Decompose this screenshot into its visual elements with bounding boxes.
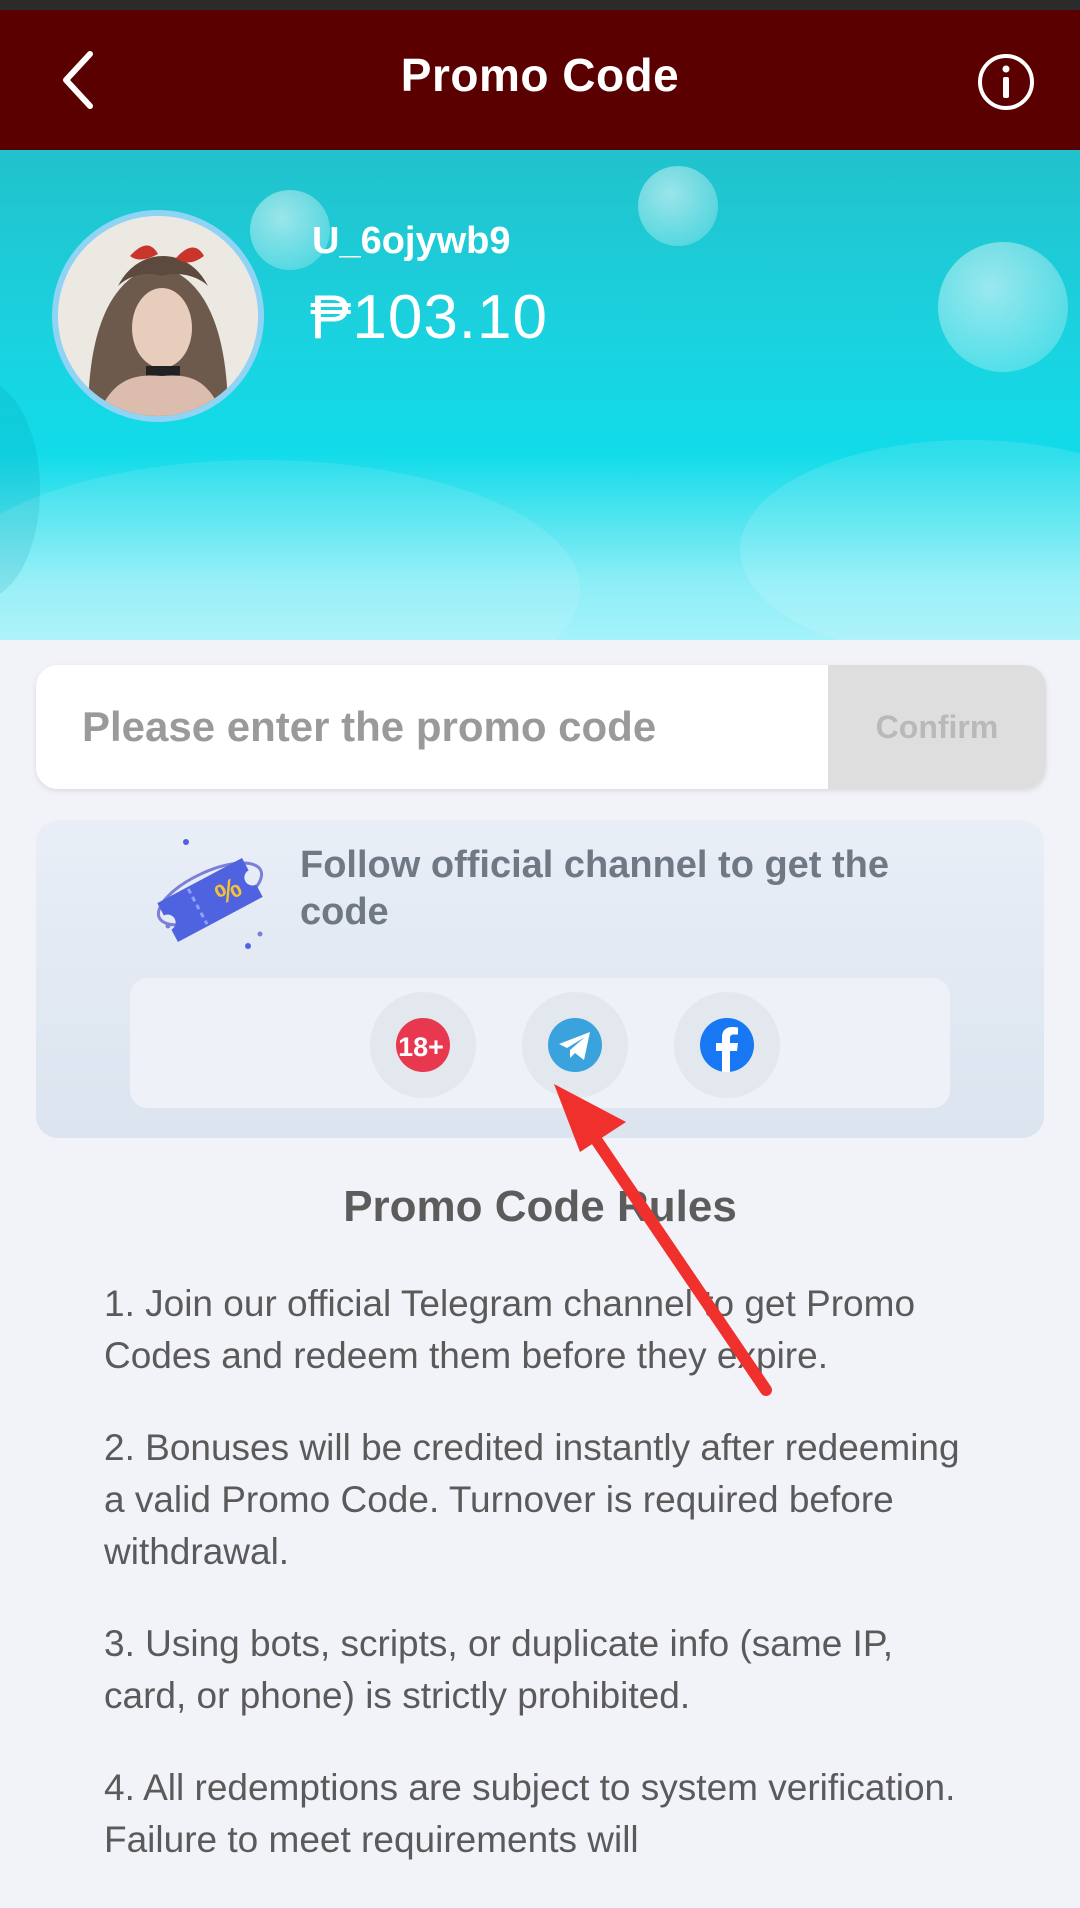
decor-bubble [638,166,718,246]
official-channel-card: % Follow official channel to get the cod… [36,820,1044,1138]
confirm-button[interactable]: Confirm [828,665,1046,789]
app-header: Promo Code [0,10,1080,150]
rule-item: 2. Bonuses will be credited instantly af… [104,1427,960,1572]
rule-item: 4. All redemptions are subject to system… [104,1767,956,1860]
profile-banner: U_6ojywb9 ₱103.10 [0,150,1080,640]
adult-channel-button[interactable]: 18+ [370,992,476,1098]
18-plus-icon: 18+ [396,1018,450,1072]
avatar-photo [58,216,258,416]
ticket-icon: % [156,839,264,949]
balance-amount: ₱103.10 [310,283,548,352]
follow-channel-text: Follow official channel to get the code [300,844,890,933]
status-strip [0,0,1080,10]
decor-bubble [938,242,1068,372]
info-button[interactable] [976,52,1036,112]
telegram-button[interactable] [522,992,628,1098]
info-icon [978,54,1034,110]
promo-code-form: Confirm [36,665,1046,789]
username: U_6ojywb9 [312,220,511,262]
rules-list: 1. Join our official Telegram channel to… [104,1278,984,1906]
promo-code-screen: Promo Code U_6ojywb9 ₱103.10 Please ente… [0,0,1080,1908]
18-plus-label: 18+ [398,1032,444,1062]
promo-code-input[interactable] [36,665,826,789]
social-links: 18+ [130,978,950,1108]
facebook-button[interactable] [674,992,780,1098]
avatar[interactable] [52,210,264,422]
rule-item: 3. Using bots, scripts, or duplicate inf… [104,1623,894,1716]
rule-item: 1. Join our official Telegram channel to… [104,1283,916,1376]
rules-title: Promo Code Rules [343,1182,737,1231]
page-title: Promo Code [400,49,680,101]
telegram-icon [548,1018,602,1072]
facebook-icon [700,1018,754,1072]
